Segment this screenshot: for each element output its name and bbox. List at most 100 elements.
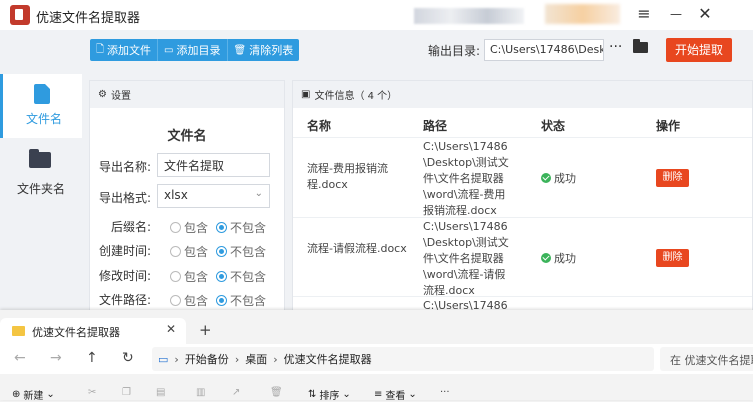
chevron-down-icon: ⌄ xyxy=(254,188,263,199)
radio-checked-icon xyxy=(216,246,228,257)
modified-exclude-radio[interactable]: 不包含 xyxy=(216,268,266,285)
chevron-right-icon: › xyxy=(174,352,179,366)
status-text: 成功 xyxy=(554,252,576,265)
add-dir-button[interactable]: ▭ 添加目录 xyxy=(158,39,228,61)
file-name-cell: 流程-请假流程.docx xyxy=(307,242,407,255)
radio-label: 包含 xyxy=(184,270,209,284)
column-header-name: 名称 xyxy=(307,119,332,133)
export-format-label: 导出格式: xyxy=(99,191,152,205)
created-include-radio[interactable]: 包含 xyxy=(170,243,208,260)
chevron-down-icon: ⌄ xyxy=(408,389,417,400)
settings-header: ⚙ 设置 xyxy=(90,81,284,108)
file-path-cell: C:\Users\17486\Desktop\测试文件\文件名提取器\word\… xyxy=(423,140,509,217)
column-header-path: 路径 xyxy=(423,119,448,133)
address-bar[interactable]: ▭ › 开始备份 › 桌面 › 优速文件名提取器 xyxy=(152,347,654,371)
chevron-down-icon: ⌄ xyxy=(46,389,55,400)
chevron-right-icon: › xyxy=(273,352,278,366)
close-tab-icon[interactable]: ✕ xyxy=(166,322,176,336)
radio-checked-icon xyxy=(216,222,228,233)
export-format-value: xlsx xyxy=(164,188,188,202)
refresh-icon[interactable]: ↻ xyxy=(122,350,134,366)
explorer-tab-title: 优速文件名提取器 xyxy=(32,326,120,339)
more-icon[interactable]: ··· xyxy=(440,387,450,398)
created-exclude-radio[interactable]: 不包含 xyxy=(216,243,266,260)
radio-label: 包含 xyxy=(184,221,209,235)
toolbar: 🗋 添加文件 ▭ 添加目录 🗑 清除列表 输出目录: C:\Users\1748… xyxy=(82,30,753,74)
new-tab-button[interactable]: + xyxy=(199,321,212,339)
radio-label: 不包含 xyxy=(230,245,267,259)
search-input[interactable]: 在 优速文件名提取器 xyxy=(660,347,753,371)
created-time-label: 创建时间: xyxy=(99,244,152,258)
export-name-input[interactable]: 文件名提取 xyxy=(157,153,270,177)
file-icon: 🗋 xyxy=(96,43,105,55)
status-text: 成功 xyxy=(554,172,576,185)
plus-circle-icon: ⊕ xyxy=(12,389,21,400)
copy-icon[interactable]: ❐ xyxy=(122,387,131,398)
radio-checked-icon xyxy=(216,295,228,306)
delete-icon[interactable]: 🗑 xyxy=(270,387,283,398)
breadcrumb-item[interactable]: 桌面 xyxy=(245,351,267,367)
image-icon: ▣ xyxy=(301,89,311,100)
export-format-select[interactable]: xlsx ⌄ xyxy=(157,184,270,208)
explorer-tab[interactable]: 优速文件名提取器 ✕ xyxy=(0,318,186,344)
file-name-cell: 流程-费用报销流程.docx xyxy=(307,162,388,191)
sidebar-item-label: 文件夹名 xyxy=(16,182,65,196)
output-dir-input[interactable]: C:\Users\17486\Deskto xyxy=(484,39,604,61)
rename-icon[interactable]: ▥ xyxy=(196,387,205,398)
modified-include-radio[interactable]: 包含 xyxy=(170,268,208,285)
up-icon[interactable]: ↑ xyxy=(86,350,98,366)
file-icon xyxy=(34,84,50,104)
status-cell: 成功 xyxy=(541,170,576,186)
toolbar-button-group: 🗋 添加文件 ▭ 添加目录 🗑 清除列表 xyxy=(90,39,300,61)
share-icon[interactable]: ↗ xyxy=(232,387,240,398)
check-circle-icon xyxy=(541,253,551,263)
file-list-panel: ▣ 文件信息（ 4 个） 名称 路径 状态 操作 流程-费用报销流程.docx … xyxy=(292,80,753,318)
radio-label: 包含 xyxy=(184,245,209,259)
suffix-radio-group: 包含 不包含 xyxy=(170,219,266,236)
suffix-include-radio[interactable]: 包含 xyxy=(170,219,208,236)
folder-icon xyxy=(12,326,25,336)
sidebar-item-filename[interactable]: 文件名 xyxy=(0,74,82,138)
path-include-radio[interactable]: 包含 xyxy=(170,292,208,309)
export-name-label: 导出名称: xyxy=(99,160,152,174)
paste-icon[interactable]: ▤ xyxy=(156,387,165,398)
trash-icon: 🗑 xyxy=(233,44,247,56)
suffix-exclude-radio[interactable]: 不包含 xyxy=(216,219,266,236)
breadcrumb-item[interactable]: 优速文件名提取器 xyxy=(284,351,372,367)
radio-icon xyxy=(170,222,181,233)
radio-label: 不包含 xyxy=(230,270,267,284)
clear-list-button[interactable]: 🗑 清除列表 xyxy=(228,39,300,61)
add-dir-label: 添加目录 xyxy=(176,44,221,57)
radio-label: 不包含 xyxy=(230,221,267,235)
sidebar-item-label: 文件名 xyxy=(25,112,62,126)
modified-time-label: 修改时间: xyxy=(99,269,152,283)
file-explorer-window: 优速文件名提取器 ✕ + ← → ↑ ↻ ▭ › 开始备份 › 桌面 › 优速文… xyxy=(0,310,753,402)
breadcrumb-item[interactable]: 开始备份 xyxy=(185,351,229,367)
radio-icon xyxy=(170,295,181,306)
sort-icon: ⇅ xyxy=(308,389,317,400)
back-icon[interactable]: ← xyxy=(14,350,26,366)
cut-icon[interactable]: ✂ xyxy=(88,387,96,398)
settings-title: 文件名 xyxy=(167,129,207,144)
settings-panel: ⚙ 设置 文件名 导出名称: 文件名提取 导出格式: xlsx ⌄ 后缀名: 包… xyxy=(89,80,285,318)
folder-icon: ▭ xyxy=(164,44,174,56)
close-icon[interactable]: ✕ xyxy=(694,4,716,23)
minimize-icon[interactable]: — xyxy=(665,7,687,21)
more-options-button[interactable]: ··· xyxy=(609,39,622,55)
start-extract-button[interactable]: 开始提取 xyxy=(666,38,732,62)
path-exclude-radio[interactable]: 不包含 xyxy=(216,292,266,309)
delete-button[interactable]: 删除 xyxy=(656,169,689,187)
sidebar-item-foldername[interactable]: 文件夹名 xyxy=(0,144,82,208)
add-file-button[interactable]: 🗋 添加文件 xyxy=(90,39,159,61)
file-list-header-label: 文件信息（ 4 个） xyxy=(314,91,398,102)
blurred-region xyxy=(414,8,524,24)
forward-icon[interactable]: → xyxy=(50,350,62,366)
column-header-status: 状态 xyxy=(541,119,566,133)
app-title: 优速文件名提取器 xyxy=(36,11,141,26)
modified-time-radio-group: 包含 不包含 xyxy=(170,268,266,285)
browse-folder-icon[interactable] xyxy=(633,39,648,53)
delete-button[interactable]: 删除 xyxy=(656,249,689,267)
menu-icon[interactable]: ≡ xyxy=(633,4,655,23)
output-dir-label: 输出目录: xyxy=(428,44,481,58)
table-row: 流程-费用报销流程.docx C:\Users\17486\Desktop\测试… xyxy=(293,137,752,217)
